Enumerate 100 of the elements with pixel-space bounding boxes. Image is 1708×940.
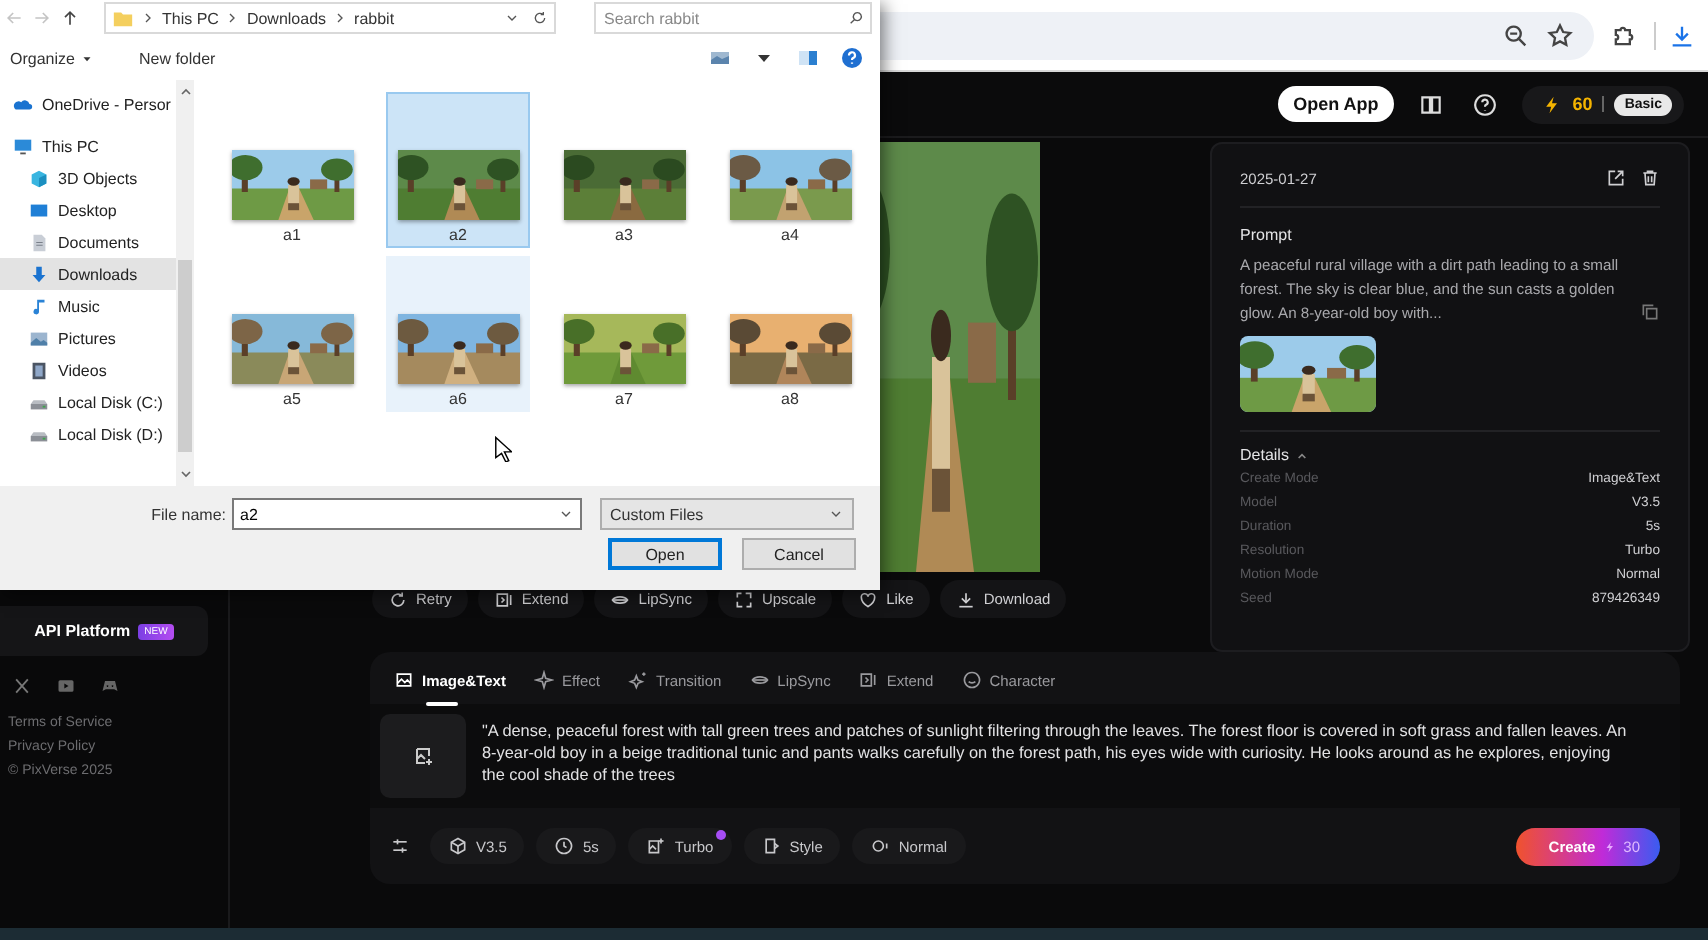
sparkle-icon [533,670,554,690]
navigation-item[interactable]: Local Disk (D:) [0,418,176,450]
star-icon[interactable] [1546,21,1574,49]
chevron-icon [140,10,156,26]
scroll-up-icon[interactable] [177,84,193,100]
sliders-icon [390,836,410,856]
sparkle-icon [628,670,649,690]
dropdown-caret-icon [828,506,844,522]
film-icon [28,359,50,381]
add-image-icon [411,744,435,768]
music-note-icon [28,295,50,317]
file-name: a8 [781,390,799,408]
download-icon [955,589,976,609]
navigation-item[interactable]: OneDrive - Persor [0,88,176,120]
clock-icon [554,836,575,856]
lightning-icon [1603,839,1616,853]
navigation-item[interactable]: Documents [0,226,176,258]
navigation-item[interactable]: Desktop [0,194,176,226]
file-tile[interactable]: a7 [552,256,696,412]
circular-arrow-icon [388,589,408,609]
navigation-item[interactable]: Videos [0,354,176,386]
game-controller-icon[interactable] [100,676,120,696]
cube-icon [448,836,468,856]
share-icon[interactable] [1606,168,1626,188]
navigation-item[interactable]: This PC [0,130,176,162]
video-play-icon[interactable] [56,676,76,696]
file-tile[interactable]: a1 [220,92,364,248]
cancel-button[interactable]: Cancel [742,538,856,570]
prompt-text: "A dense, peaceful forest with tall green trees and patches of sunlight filtering through the leaves. The forest floor is covered in soft grass and fallen leaves. An 8-year-old boy in a beige traditional tunic and pants walks carefully on the forest path, his eyes wide with curiosity. He looks around as he explores, enjoying the cool shade of the trees [482,720,1629,788]
navigation-item[interactable]: Music [0,290,176,322]
lightning-icon [1542,93,1563,115]
up-arrow-icon[interactable] [60,8,80,28]
ring-icon [870,836,891,856]
file-tile[interactable]: a5 [220,256,364,412]
lips-icon [749,670,770,690]
book-icon[interactable] [1418,91,1445,117]
organize-menu[interactable]: Organize [4,45,101,71]
path-segment[interactable]: rabbit [354,9,395,27]
dropdown-caret-icon[interactable] [558,506,574,522]
navigation-item[interactable]: 3D Objects [0,162,176,194]
folder-icon [112,7,134,29]
puzzle-icon[interactable] [1610,21,1638,49]
section-title: Details [1240,446,1289,464]
image-sparkle-icon [646,836,667,856]
search-field[interactable]: Search rabbit [594,2,872,34]
film-frame-icon [858,670,879,690]
file-name: a6 [449,390,467,408]
search-icon [848,10,864,26]
file-tile[interactable]: a3 [552,92,696,248]
zoom-icon[interactable] [1502,21,1530,49]
refresh-icon[interactable] [532,10,548,26]
file-tile[interactable]: a4 [718,92,862,248]
help-icon[interactable] [1472,91,1499,117]
navigation-item[interactable]: Pictures [0,322,176,354]
file-name: a2 [449,226,467,244]
file-tile[interactable]: a2 [386,92,530,248]
file-name: a4 [781,226,799,244]
scroll-down-icon[interactable] [177,466,193,482]
trash-icon[interactable] [1640,168,1660,188]
copy-icon[interactable] [1640,302,1660,322]
new-folder-button[interactable]: New folder [132,45,222,71]
frame-arrow-icon [761,836,782,856]
path-segment[interactable]: This PC [162,9,219,27]
credit-count: 60 [1572,94,1593,114]
heart-icon [858,589,879,609]
file-name: a7 [615,390,633,408]
download-icon [28,263,50,285]
section-title: Prompt [1240,226,1294,244]
api-platform-label: API Platform [34,622,131,640]
view-icon[interactable] [708,46,732,70]
file-type-value: Custom Files [610,505,704,523]
open-app-button[interactable]: Open App [1277,86,1395,122]
file-name: a5 [283,390,301,408]
expand-frame-icon [733,589,754,609]
navigation-item[interactable]: Local Disk (C:) [0,386,176,418]
cube-icon [28,167,50,189]
scrollbar[interactable] [176,80,194,486]
file-name: a3 [615,226,633,244]
monitor-icon [28,199,50,221]
file-tile[interactable]: a6 [386,256,530,412]
path-segment[interactable]: Downloads [246,9,327,27]
mouse-cursor-icon [494,436,512,462]
x-logo-icon[interactable] [12,676,32,696]
file-type-dropdown[interactable]: Custom Files [600,498,854,530]
picture-icon [28,327,50,349]
preview-pane-icon[interactable] [796,46,820,70]
file-name-label: File name: [149,505,228,523]
path-bar[interactable]: This PC Downloads rabbit [104,2,556,34]
smiley-icon [961,670,982,690]
download-icon[interactable] [1668,21,1696,49]
file-name: a1 [283,226,301,244]
open-button[interactable]: Open [608,538,722,570]
navigation-item[interactable]: Downloads [0,258,176,290]
file-tile[interactable]: a8 [718,256,862,412]
file-name-field[interactable]: a2 [232,498,582,530]
film-frame-icon [493,589,514,609]
dropdown-caret-icon[interactable] [504,10,520,26]
document-icon [28,231,50,253]
image-icon [394,670,414,690]
monitor-icon [12,135,34,157]
